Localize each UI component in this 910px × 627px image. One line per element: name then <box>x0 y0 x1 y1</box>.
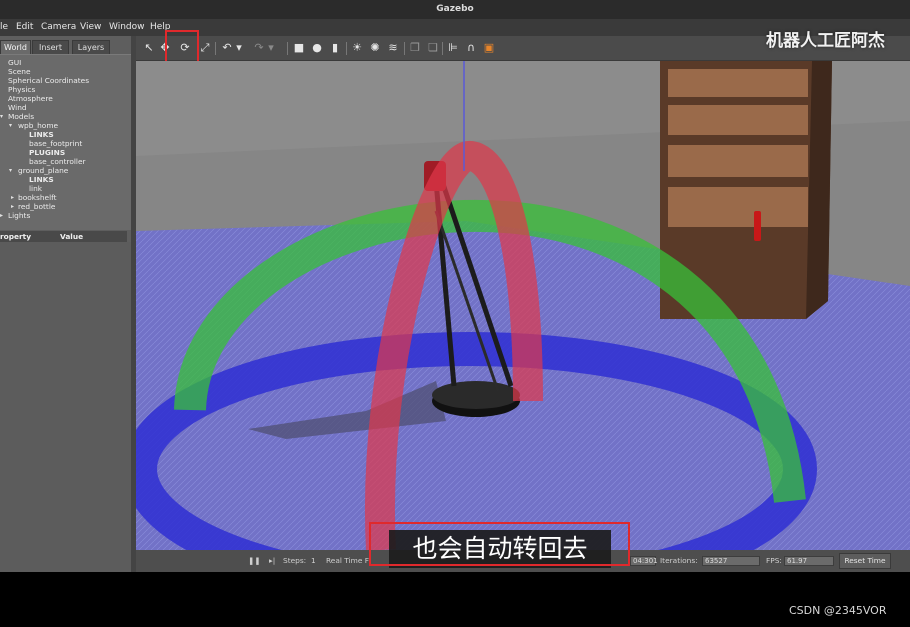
expand-ground-plane-icon[interactable]: ▾ <box>9 166 12 175</box>
menu-window[interactable]: Window <box>109 19 145 36</box>
tree-item-atmosphere[interactable]: Atmosphere <box>8 94 53 103</box>
red-bottle <box>754 211 761 241</box>
fps-field: 61.97 <box>784 556 834 566</box>
tab-layers[interactable]: Layers <box>72 40 110 54</box>
snap-icon[interactable]: ∩ <box>464 41 478 55</box>
pause-icon[interactable]: ❚❚ <box>248 550 260 572</box>
tab-insert[interactable]: Insert <box>32 40 69 54</box>
toolbar-separator <box>215 42 216 55</box>
copy-icon[interactable]: ❐ <box>408 41 422 55</box>
scene-render <box>136 61 910 550</box>
tree-item-lights[interactable]: Lights <box>8 211 30 220</box>
tree-item-links[interactable]: LINKS <box>29 175 54 184</box>
tree-item-base-controller[interactable]: base_controller <box>29 157 86 166</box>
scene-viewport[interactable] <box>136 61 910 550</box>
paste-icon[interactable]: ❏ <box>426 41 440 55</box>
tree-item-physics[interactable]: Physics <box>8 85 35 94</box>
tree-item-plugins[interactable]: PLUGINS <box>29 148 65 157</box>
expand-wpb-home-icon[interactable]: ▾ <box>9 121 12 130</box>
expand-red-bottle-icon[interactable]: ▸ <box>11 202 14 211</box>
iterations-label: Iterations: <box>660 556 698 565</box>
reset-time-button[interactable]: Reset Time <box>839 553 891 569</box>
directional-light-icon[interactable]: ≋ <box>386 41 400 55</box>
rotate-tool-highlight <box>165 30 199 63</box>
align-icon[interactable]: ⊫ <box>446 41 460 55</box>
undo-icon[interactable]: ↶ <box>220 41 234 55</box>
fps-label: FPS: <box>766 556 782 565</box>
toolbar-separator <box>287 42 288 55</box>
tab-world[interactable]: World <box>0 40 31 54</box>
tree-item-wind[interactable]: Wind <box>8 103 27 112</box>
property-panel <box>0 242 131 572</box>
property-column-header: roperty <box>0 232 32 241</box>
cylinder-shape-icon[interactable]: ▮ <box>328 41 342 55</box>
tree-item-wpb-home[interactable]: wpb_home <box>18 121 58 130</box>
toolbar-separator <box>442 42 443 55</box>
toolbar-separator <box>346 42 347 55</box>
spot-light-icon[interactable]: ✺ <box>368 41 382 55</box>
value-column-header: Value <box>60 232 84 241</box>
toolbar-separator <box>404 42 405 55</box>
box-shape-icon[interactable]: ■ <box>292 41 306 55</box>
expand-models-icon[interactable]: ▾ <box>0 112 3 121</box>
step-icon[interactable]: ▸| <box>269 550 275 572</box>
redo-menu-icon[interactable]: ▾ <box>267 41 275 55</box>
expand-lights-icon[interactable]: ▸ <box>0 211 3 220</box>
menu-edit[interactable]: Edit <box>16 19 33 36</box>
tree-item-ground-plane[interactable]: ground_plane <box>18 166 68 175</box>
window-title: Gazebo <box>0 0 910 19</box>
menu-camera[interactable]: Camera <box>41 19 76 36</box>
point-light-icon[interactable]: ☀ <box>350 41 364 55</box>
tree-item-spherical-coordinates[interactable]: Spherical Coordinates <box>8 76 89 85</box>
real-time-factor-label: Real Time F <box>326 556 369 565</box>
panel-tabs: World Insert Layers <box>0 40 131 54</box>
steps-value[interactable]: 1 <box>311 550 316 572</box>
undo-menu-icon[interactable]: ▾ <box>235 41 243 55</box>
channel-watermark: 机器人工匠阿杰 <box>766 31 885 51</box>
csdn-credit: CSDN @2345VOR <box>789 604 887 617</box>
tree-item-base-footprint[interactable]: base_footprint <box>29 139 82 148</box>
world-tree: GUI Scene Spherical Coordinates Physics … <box>0 54 131 230</box>
expand-bookshelf-icon[interactable]: ▸ <box>11 193 14 202</box>
menu-view[interactable]: View <box>80 19 101 36</box>
tree-item-red-bottle[interactable]: red_bottle <box>18 202 55 211</box>
iterations-field: 63527 <box>702 556 760 566</box>
tree-item-scene[interactable]: Scene <box>8 67 31 76</box>
sphere-shape-icon[interactable]: ● <box>310 41 324 55</box>
left-panel: World Insert Layers GUI Scene Spherical … <box>0 36 131 572</box>
screenshot-icon[interactable]: ▣ <box>482 41 496 55</box>
subtitle-highlight <box>369 522 630 566</box>
tree-item-links[interactable]: LINKS <box>29 130 54 139</box>
tree-item-bookshelf[interactable]: bookshelft <box>18 193 57 202</box>
steps-label: Steps: <box>283 556 307 565</box>
property-header: roperty Value <box>0 231 127 242</box>
tree-item-models[interactable]: Models <box>8 112 34 121</box>
scale-mode-icon[interactable]: ⤢ <box>198 41 212 55</box>
tree-item-gui[interactable]: GUI <box>8 58 21 67</box>
select-mode-icon[interactable]: ↖ <box>142 41 156 55</box>
redo-icon[interactable]: ↷ <box>252 41 266 55</box>
tree-item-link[interactable]: link <box>29 184 42 193</box>
menu-file[interactable]: le <box>0 19 8 36</box>
sim-time-field: 04:301 <box>630 556 658 566</box>
